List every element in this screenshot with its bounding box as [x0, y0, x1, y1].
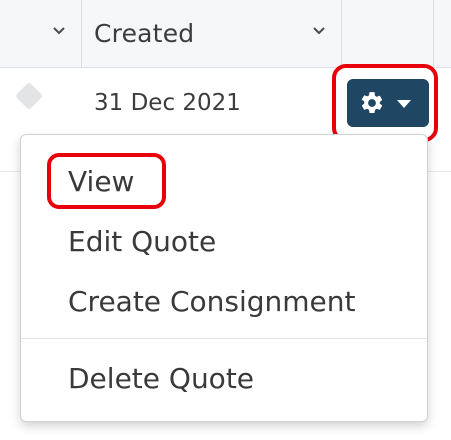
menu-item-edit-quote[interactable]: Edit Quote	[68, 224, 216, 260]
column-menu-chevron-icon[interactable]	[310, 22, 328, 40]
menu-item-create-consignment[interactable]: Create Consignment	[68, 284, 355, 320]
menu-item-delete-quote[interactable]: Delete Quote	[68, 361, 254, 397]
column-header-created[interactable]: Created	[94, 18, 194, 50]
column-divider	[81, 0, 82, 68]
view-item-highlight	[47, 153, 166, 209]
gear-button-highlight	[332, 64, 438, 142]
row-created-date: 31 Dec 2021	[94, 90, 241, 116]
column-divider	[341, 0, 342, 68]
column-menu-chevron-icon[interactable]	[50, 22, 68, 40]
column-divider	[433, 0, 434, 68]
menu-divider	[21, 338, 427, 339]
